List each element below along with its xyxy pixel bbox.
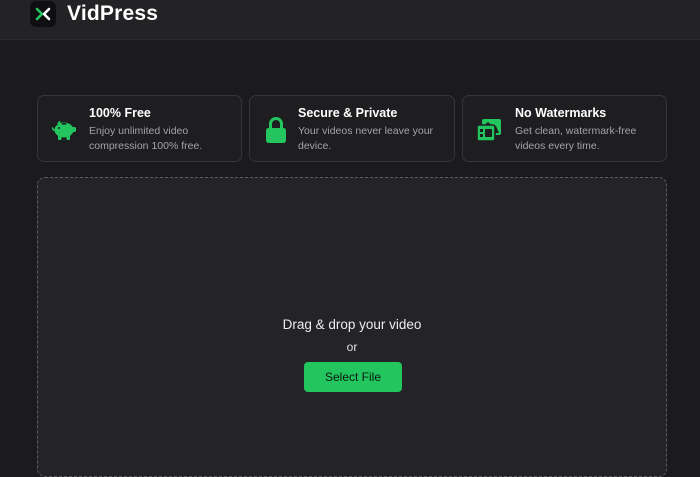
features-row: 100% Free Enjoy unlimited video compress… — [37, 95, 667, 162]
video-dropzone[interactable]: Drag & drop your video or Select File — [37, 177, 667, 477]
dropzone-or-text: or — [346, 340, 358, 354]
feature-title: No Watermarks — [515, 106, 607, 120]
feature-description: Enjoy unlimited video compression 100% f… — [89, 125, 203, 152]
app-header: VidPress — [0, 0, 700, 40]
logo[interactable]: VidPress — [30, 0, 158, 28]
brand-name: VidPress — [67, 2, 159, 25]
close-x-logo-icon — [30, 1, 56, 27]
feature-title: 100% Free — [89, 106, 151, 120]
feature-description: Get clean, watermark-free videos every t… — [515, 125, 637, 152]
dropzone-prompt: Drag & drop your video — [282, 317, 422, 332]
feature-card-watermarks: No Watermarks Get clean, watermark-free … — [462, 95, 667, 162]
lock-icon — [262, 116, 290, 144]
images-icon — [475, 116, 503, 144]
feature-card-secure: Secure & Private Your videos never leave… — [249, 95, 455, 162]
piggy-bank-icon — [50, 116, 78, 144]
feature-title: Secure & Private — [298, 106, 398, 120]
feature-card-free: 100% Free Enjoy unlimited video compress… — [37, 95, 242, 162]
feature-description: Your videos never leave your device. — [298, 125, 434, 152]
select-file-button[interactable]: Select File — [304, 362, 402, 392]
